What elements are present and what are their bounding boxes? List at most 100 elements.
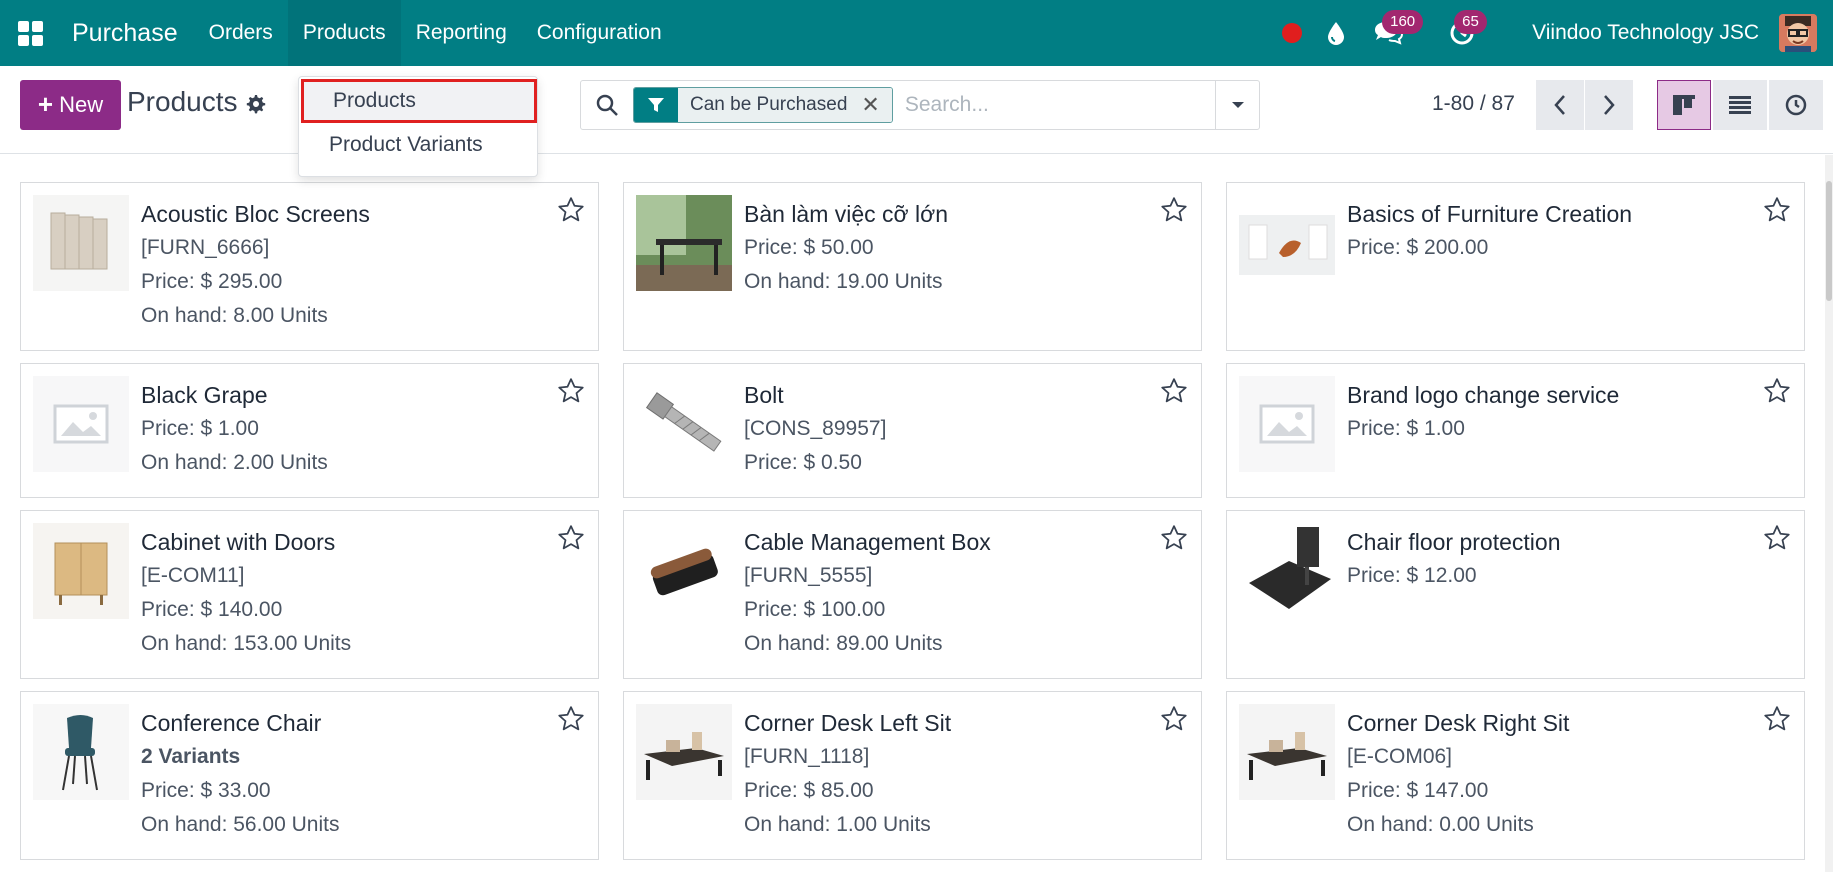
favorite-star-icon[interactable]	[556, 704, 586, 734]
favorite-star-icon[interactable]	[1762, 195, 1792, 225]
image-placeholder-icon	[1239, 376, 1335, 472]
product-image	[636, 523, 732, 619]
menu-orders[interactable]: Orders	[194, 0, 288, 66]
product-name: Corner Desk Right Sit	[1347, 710, 1570, 736]
page-title: Products	[127, 86, 238, 117]
clock-icon	[1785, 94, 1807, 116]
product-price: Price: $ 100.00	[744, 598, 886, 621]
menu-configuration[interactable]: Configuration	[522, 0, 677, 66]
product-on-hand: On hand: 89.00 Units	[744, 632, 943, 655]
search-options-toggle[interactable]	[1215, 81, 1259, 129]
menu-products[interactable]: Products	[287, 0, 401, 66]
activities-clock-icon[interactable]: 65	[1432, 0, 1492, 66]
product-card[interactable]: Cabinet with Doors [E-COM11] Price: $ 140.…	[20, 510, 599, 679]
product-on-hand: On hand: 19.00 Units	[744, 270, 943, 293]
product-price: Price: $ 200.00	[1347, 236, 1489, 259]
favorite-star-icon[interactable]	[1159, 523, 1189, 553]
product-price: Price: $ 140.00	[141, 598, 283, 621]
product-reference: [FURN_5555]	[744, 564, 873, 587]
scrollbar[interactable]	[1825, 155, 1833, 872]
favorite-star-icon[interactable]	[1159, 376, 1189, 406]
product-price: Price: $ 147.00	[1347, 779, 1489, 802]
product-image	[33, 704, 129, 800]
favorite-star-icon[interactable]	[1762, 376, 1792, 406]
product-card[interactable]: Acoustic Bloc Screens [FURN_6666] Price: $…	[20, 182, 599, 351]
product-card[interactable]: Corner Desk Left Sit [FURN_1118] Price: $ …	[623, 691, 1202, 860]
product-name: Brand logo change service	[1347, 382, 1620, 408]
favorite-star-icon[interactable]	[1762, 704, 1792, 734]
product-name: Conference Chair	[141, 710, 322, 736]
list-icon	[1729, 96, 1751, 114]
product-name: Corner Desk Left Sit	[744, 710, 952, 736]
pager-previous-button[interactable]	[1536, 80, 1584, 130]
app-name[interactable]: Purchase	[60, 0, 194, 66]
main-menu: Orders Products Reporting Configuration	[194, 0, 677, 66]
product-image	[1239, 523, 1335, 619]
filter-icon	[634, 88, 678, 122]
caret-down-icon	[1231, 102, 1244, 108]
favorite-star-icon[interactable]	[556, 376, 586, 406]
favorite-star-icon[interactable]	[1159, 704, 1189, 734]
product-price: Price: $ 12.00	[1347, 564, 1477, 587]
product-image	[1239, 704, 1335, 800]
product-image	[636, 195, 732, 291]
filter-facet: Can be Purchased ✕	[633, 87, 893, 123]
product-on-hand: On hand: 153.00 Units	[141, 632, 352, 655]
search-input[interactable]	[904, 93, 1205, 117]
messages-icon[interactable]: 160	[1358, 0, 1424, 66]
pager-value[interactable]: 1-80 / 87	[1432, 92, 1515, 116]
kanban-view-button[interactable]	[1657, 80, 1711, 130]
new-button[interactable]: + New	[20, 80, 121, 130]
dropdown-item-products[interactable]: Products	[301, 79, 537, 123]
product-card[interactable]: Cable Management Box [FURN_5555] Price: $ …	[623, 510, 1202, 679]
product-card[interactable]: Bolt [CONS_89957] Price: $ 0.50	[623, 363, 1202, 498]
kanban-icon	[1673, 95, 1695, 115]
plus-icon: +	[37, 88, 54, 119]
favorite-star-icon[interactable]	[1762, 523, 1792, 553]
favorite-star-icon[interactable]	[556, 195, 586, 225]
messages-count-badge: 160	[1382, 10, 1424, 34]
product-on-hand: On hand: 56.00 Units	[141, 813, 340, 836]
company-switcher[interactable]: Viindoo Technology JSC	[1492, 21, 1779, 45]
chevron-right-icon	[1604, 95, 1615, 115]
recording-icon[interactable]	[1270, 0, 1314, 66]
product-name: Cabinet with Doors	[141, 529, 336, 555]
product-variants: 2 Variants	[141, 745, 241, 768]
dropdown-item-product-variants[interactable]: Product Variants	[299, 124, 537, 166]
product-card[interactable]: Corner Desk Right Sit [E-COM06] Price: $ 1…	[1226, 691, 1805, 860]
product-card[interactable]: Bàn làm việc cỡ lớn Price: $ 50.00 On hand…	[623, 182, 1202, 351]
systray: 160 65 Viindoo Technology JSC	[1270, 0, 1833, 66]
activity-view-button[interactable]	[1769, 80, 1823, 130]
top-navbar: Purchase Orders Products Reporting Confi…	[0, 0, 1833, 66]
product-card[interactable]: Black Grape Price: $ 1.00 On hand: 2.00 Un…	[20, 363, 599, 498]
search-icon[interactable]	[581, 81, 633, 129]
control-panel: + New Products Can be Purchased ✕ 1-80 /…	[0, 66, 1833, 154]
product-image	[636, 704, 732, 800]
activities-count-badge: 65	[1454, 10, 1487, 34]
product-card[interactable]: Brand logo change service Price: $ 1.00	[1226, 363, 1805, 498]
kanban-view: Acoustic Bloc Screens [FURN_6666] Price: $…	[0, 155, 1833, 872]
product-price: Price: $ 33.00	[141, 779, 271, 802]
product-reference: [FURN_1118]	[744, 745, 870, 768]
product-on-hand: On hand: 0.00 Units	[1347, 813, 1534, 836]
product-card[interactable]: Basics of Furniture Creation Price: $ 200…	[1226, 182, 1805, 351]
product-price: Price: $ 0.50	[744, 451, 862, 474]
apps-menu-icon[interactable]	[0, 0, 60, 66]
droplet-icon[interactable]	[1314, 0, 1358, 66]
user-avatar[interactable]	[1779, 14, 1817, 52]
product-price: Price: $ 1.00	[141, 417, 259, 440]
chevron-left-icon	[1554, 95, 1565, 115]
product-image	[33, 523, 129, 619]
gear-icon[interactable]	[243, 92, 269, 118]
product-card[interactable]: Chair floor protection Price: $ 12.00	[1226, 510, 1805, 679]
product-card[interactable]: Conference Chair 2 Variants Price: $ 33.00…	[20, 691, 599, 860]
product-image	[636, 376, 732, 472]
menu-reporting[interactable]: Reporting	[401, 0, 522, 66]
pager-next-button[interactable]	[1585, 80, 1633, 130]
close-icon[interactable]: ✕	[861, 88, 883, 122]
list-view-button[interactable]	[1713, 80, 1767, 130]
product-reference: [E-COM06]	[1347, 745, 1453, 768]
image-placeholder-icon	[33, 376, 129, 472]
favorite-star-icon[interactable]	[1159, 195, 1189, 225]
favorite-star-icon[interactable]	[556, 523, 586, 553]
